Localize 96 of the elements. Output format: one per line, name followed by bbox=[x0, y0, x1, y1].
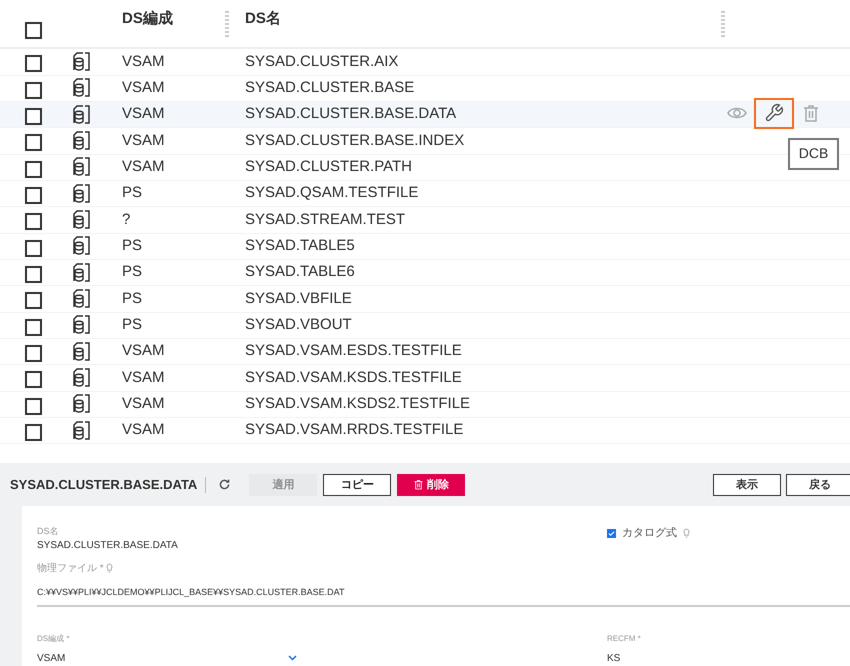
trash-icon bbox=[803, 104, 819, 122]
table-cell-text: ? bbox=[122, 210, 132, 230]
checkbox[interactable] bbox=[25, 318, 42, 336]
table-row[interactable]: PS SYSAD.TABLE6 bbox=[0, 260, 850, 286]
table-cell-text: PS bbox=[122, 262, 144, 282]
checkbox-label: カタログ式 bbox=[622, 526, 677, 542]
table-row[interactable]: ? SYSAD.STREAM.TEST bbox=[0, 207, 850, 234]
field-label: 物理ファイル * bbox=[37, 562, 104, 576]
table-cell-text: VSAM bbox=[122, 104, 166, 124]
checkbox[interactable] bbox=[25, 213, 42, 230]
table-cell-text: SYSAD.TABLE6 bbox=[245, 262, 355, 282]
table-cell-text: VSAM bbox=[122, 341, 166, 362]
dataset-file-icon bbox=[73, 236, 91, 256]
toolbar-button[interactable]: 戻る bbox=[786, 474, 850, 496]
table-cell-text: SYSAD.CLUSTER.BASE.DATA bbox=[245, 104, 456, 124]
dataset-file-icon bbox=[73, 104, 91, 125]
table-cell-text: PS bbox=[122, 236, 144, 256]
chevron-down-icon bbox=[288, 655, 297, 662]
column-resize-handle[interactable] bbox=[225, 10, 229, 37]
column-header[interactable]: DS編成 bbox=[122, 8, 173, 39]
checkbox[interactable] bbox=[25, 424, 42, 442]
table-cell-text: VSAM bbox=[122, 420, 166, 440]
table-row[interactable]: PS SYSAD.QSAM.TESTFILE bbox=[0, 180, 850, 208]
table-cell-text: VSAM bbox=[122, 394, 166, 414]
table-cell-text: VSAM bbox=[122, 52, 166, 72]
table-cell-text: SYSAD.VSAM.ESDS.TESTFILE bbox=[245, 341, 462, 362]
checkbox[interactable] bbox=[25, 398, 42, 415]
field-label: RECFM * bbox=[607, 632, 641, 645]
toolbar-button[interactable]: 表示 bbox=[713, 474, 781, 496]
dataset-file-icon bbox=[73, 262, 91, 283]
table-cell-text: SYSAD.VSAM.KSDS2.TESTFILE bbox=[245, 394, 470, 414]
checkbox[interactable] bbox=[25, 292, 42, 310]
dataset-file-icon bbox=[73, 288, 91, 309]
checkbox[interactable] bbox=[25, 108, 42, 126]
trash-icon bbox=[414, 479, 423, 490]
checkbox[interactable] bbox=[25, 160, 42, 178]
detail-title: SYSAD.CLUSTER.BASE.DATA bbox=[10, 476, 198, 494]
checkbox[interactable] bbox=[25, 266, 42, 284]
checkbox[interactable] bbox=[25, 345, 42, 362]
field-value: SYSAD.CLUSTER.BASE.DATA bbox=[37, 539, 179, 554]
dataset-file-icon bbox=[73, 184, 91, 204]
table-cell-text: VSAM bbox=[122, 368, 166, 388]
table-row[interactable]: PS SYSAD.TABLE5 bbox=[0, 234, 850, 260]
table-cell-text: VSAM bbox=[122, 78, 166, 98]
checkbox[interactable] bbox=[25, 22, 42, 40]
select-field[interactable]: VSAM bbox=[37, 650, 297, 666]
dataset-file-icon bbox=[73, 420, 91, 441]
table-cell-text: SYSAD.VBFILE bbox=[245, 288, 352, 309]
delete-button[interactable]: 削除 bbox=[397, 474, 466, 496]
dataset-file-icon bbox=[73, 157, 91, 178]
table-cell-text: SYSAD.VBOUT bbox=[245, 315, 352, 336]
wrench-button[interactable] bbox=[754, 98, 794, 129]
dataset-file-icon bbox=[73, 130, 91, 151]
table-row[interactable]: PS SYSAD.VBOUT bbox=[0, 312, 850, 339]
table-row[interactable]: VSAM SYSAD.VSAM.ESDS.TESTFILE bbox=[0, 338, 850, 366]
table-cell-text: SYSAD.VSAM.KSDS.TESTFILE bbox=[245, 368, 462, 388]
table-cell-text: SYSAD.QSAM.TESTFILE bbox=[245, 183, 418, 204]
toolbar-button[interactable]: コピー bbox=[323, 474, 392, 496]
table-cell-text: SYSAD.CLUSTER.BASE.INDEX bbox=[245, 130, 464, 151]
dataset-file-icon bbox=[73, 342, 91, 362]
table-cell-text: VSAM bbox=[122, 130, 166, 151]
input-field[interactable]: C:¥¥VS¥¥PLI¥¥JCLDEMO¥¥PLIJCL_BASE¥¥SYSAD.CLUSTER.BASE.DAT bbox=[37, 586, 850, 607]
checkbox[interactable] bbox=[25, 187, 42, 204]
table-cell-text: SYSAD.TABLE5 bbox=[245, 236, 355, 256]
checkbox[interactable] bbox=[25, 134, 42, 152]
table-cell-text: PS bbox=[122, 315, 144, 336]
dataset-file-icon bbox=[73, 52, 91, 72]
table-cell-text: SYSAD.CLUSTER.AIX bbox=[245, 52, 398, 72]
column-resize-handle[interactable] bbox=[720, 10, 725, 37]
checkbox[interactable] bbox=[25, 82, 42, 99]
field-value[interactable]: KS bbox=[607, 650, 641, 666]
dataset-file-icon bbox=[73, 210, 91, 230]
dataset-file-icon bbox=[73, 394, 91, 414]
table-cell-text: PS bbox=[122, 183, 144, 204]
wrench-icon bbox=[764, 103, 784, 124]
dataset-file-icon bbox=[73, 315, 91, 336]
checkbox[interactable] bbox=[25, 240, 42, 257]
table-cell-text: PS bbox=[122, 288, 144, 309]
table-row[interactable]: PS SYSAD.VBFILE bbox=[0, 286, 850, 313]
refresh-icon[interactable] bbox=[218, 478, 232, 492]
checkbox[interactable] bbox=[607, 528, 616, 538]
checkbox[interactable] bbox=[25, 371, 42, 388]
dataset-file-icon bbox=[73, 78, 91, 98]
tooltip: DCB bbox=[788, 138, 839, 170]
table-row[interactable]: VSAM SYSAD.VSAM.KSDS2.TESTFILE bbox=[0, 392, 850, 418]
table-cell-text: SYSAD.CLUSTER.BASE bbox=[245, 78, 414, 98]
field-label: DS編成 * bbox=[37, 632, 70, 645]
table-row[interactable]: VSAM SYSAD.CLUSTER.AIX bbox=[0, 49, 850, 76]
dataset-file-icon bbox=[73, 368, 91, 388]
checkbox[interactable] bbox=[25, 55, 42, 72]
table-row[interactable]: VSAM SYSAD.VSAM.RRDS.TESTFILE bbox=[0, 418, 850, 444]
field-label: DS名 bbox=[37, 524, 60, 538]
column-header[interactable]: DS名 bbox=[245, 8, 281, 39]
table-cell-text: SYSAD.VSAM.RRDS.TESTFILE bbox=[245, 420, 464, 440]
table-row[interactable]: VSAM SYSAD.VSAM.KSDS.TESTFILE bbox=[0, 365, 850, 392]
table-cell-text: SYSAD.STREAM.TEST bbox=[245, 210, 406, 230]
